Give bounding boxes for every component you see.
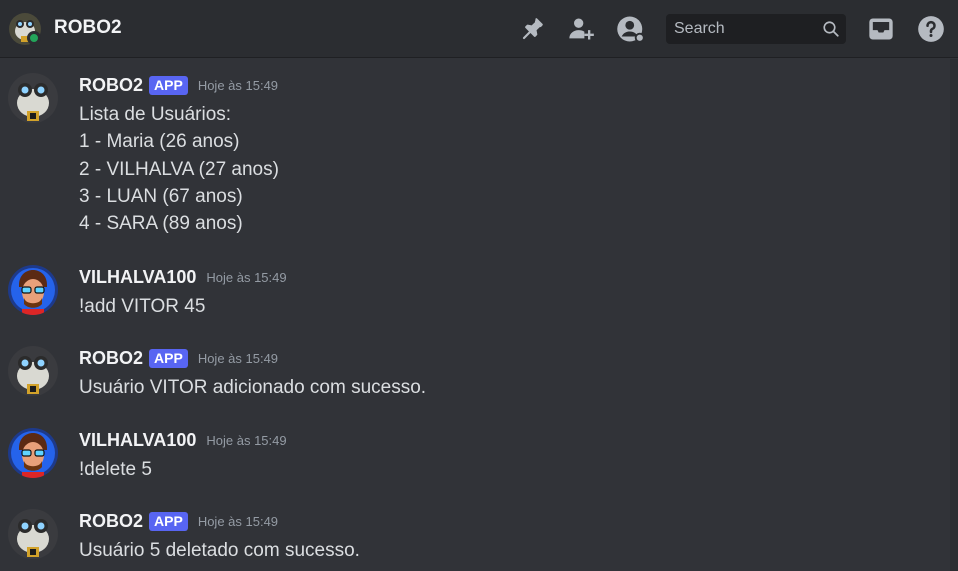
search-box[interactable] [666, 14, 846, 44]
message-header: VILHALVA100 Hoje às 15:49 [79, 428, 287, 452]
message-line: Usuário 5 deletado com sucesso. [79, 540, 360, 561]
message-content: Usuário 5 deletado com sucesso. [79, 537, 360, 564]
user-avatar[interactable] [8, 265, 58, 315]
inbox-icon[interactable] [866, 14, 896, 44]
message-header: ROBO2 APP Hoje às 15:49 [79, 73, 278, 97]
search-input[interactable] [666, 14, 816, 44]
message-content: Usuário VITOR adicionado com sucesso. [79, 374, 426, 401]
message-line: 3 - LUAN (67 anos) [79, 185, 243, 207]
timestamp: Hoje às 15:49 [206, 269, 287, 285]
author-name[interactable]: ROBO2 [79, 348, 143, 369]
author-name[interactable]: VILHALVA100 [79, 267, 196, 288]
message-header: VILHALVA100 Hoje às 15:49 [79, 265, 287, 289]
message-line: 2 - VILHALVA (27 anos) [79, 158, 279, 180]
member-list-icon[interactable] [616, 14, 646, 44]
scrollbar-track[interactable] [950, 59, 958, 571]
help-icon[interactable] [916, 14, 946, 44]
message-line: 1 - Maria (26 anos) [79, 131, 240, 153]
add-member-icon[interactable] [566, 14, 596, 44]
bot-avatar[interactable] [8, 346, 58, 396]
message-content: !add VITOR 45 [79, 293, 205, 320]
message-line: Usuário VITOR adicionado com sucesso. [79, 377, 427, 398]
timestamp: Hoje às 15:49 [197, 350, 279, 366]
app-badge: APP [149, 75, 188, 95]
user-avatar[interactable] [8, 428, 58, 478]
message-line: Lista de Usuários: [79, 104, 232, 125]
timestamp: Hoje às 15:49 [197, 513, 279, 529]
message-line: !delete 5 [79, 459, 152, 480]
author-name[interactable]: ROBO2 [79, 75, 143, 96]
online-status-icon [27, 31, 41, 45]
timestamp: Hoje às 15:49 [197, 77, 279, 93]
channel-header: ROBO2 [0, 0, 958, 58]
bot-avatar[interactable] [8, 73, 58, 123]
bot-avatar[interactable] [8, 509, 58, 559]
message-list: ROBO2 APP Hoje às 15:49 Lista de Usuário… [0, 59, 950, 571]
app-badge: APP [149, 348, 188, 368]
message-line: !add VITOR 45 [79, 296, 206, 317]
author-name[interactable]: VILHALVA100 [79, 430, 196, 451]
message-content: !delete 5 [79, 456, 152, 483]
channel-title: ROBO2 [54, 17, 122, 38]
app-badge: APP [149, 511, 188, 531]
pin-icon[interactable] [517, 14, 547, 44]
author-name[interactable]: ROBO2 [79, 511, 143, 532]
search-icon[interactable] [822, 20, 840, 38]
message-header: ROBO2 APP Hoje às 15:49 [79, 509, 278, 533]
message-header: ROBO2 APP Hoje às 15:49 [79, 346, 278, 370]
message-content: Lista de Usuários: 1 - Maria (26 anos) 2… [79, 101, 279, 237]
message-line: 4 - SARA (89 anos) [79, 213, 243, 235]
timestamp: Hoje às 15:49 [206, 432, 287, 448]
